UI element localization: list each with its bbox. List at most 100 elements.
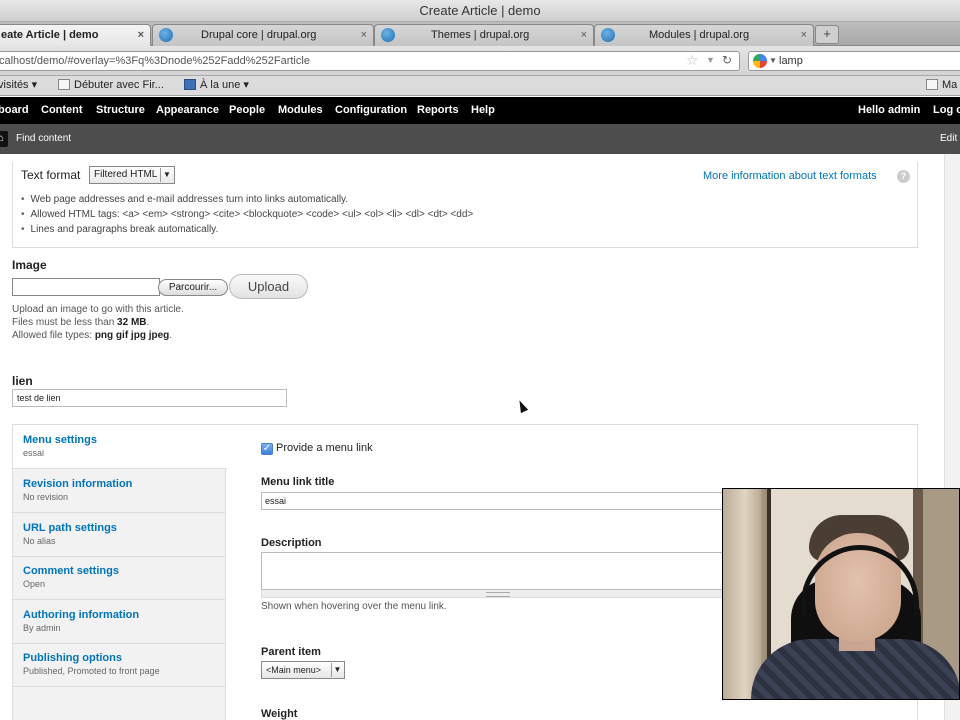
tab-modules[interactable]: Modules | drupal.org × bbox=[594, 24, 814, 46]
close-icon[interactable]: × bbox=[581, 25, 587, 45]
google-icon[interactable] bbox=[753, 54, 767, 68]
vertical-tab-menu-settings[interactable]: Menu settings essai bbox=[13, 425, 227, 469]
drupal-drop-icon bbox=[381, 28, 395, 42]
window-title: Create Article | demo bbox=[0, 0, 960, 22]
description-label: Description bbox=[261, 537, 322, 549]
provide-menu-link-label[interactable]: Provide a menu link bbox=[276, 442, 373, 454]
page-icon bbox=[58, 79, 70, 90]
close-icon[interactable]: × bbox=[361, 25, 367, 45]
search-value: lamp bbox=[779, 55, 803, 67]
vertical-tab-title: Menu settings bbox=[23, 434, 97, 446]
vertical-tab-title: Revision information bbox=[23, 478, 133, 490]
image-help-1: Upload an image to go with this article. bbox=[12, 304, 184, 315]
upload-button[interactable]: Upload bbox=[229, 274, 308, 299]
close-icon[interactable]: × bbox=[138, 25, 144, 45]
bookmark-more[interactable]: Ma bbox=[926, 76, 957, 95]
toolbar-user-greeting[interactable]: Hello admin bbox=[858, 97, 920, 124]
navigation-bar: calhost/demo/#overlay=%3Fq%3Dnode%252Fad… bbox=[0, 46, 960, 76]
toolbar-content[interactable]: Content bbox=[41, 97, 83, 124]
shortcut-edit[interactable]: Edit bbox=[940, 124, 957, 154]
text-format-more-info-link[interactable]: More information about text formats bbox=[703, 170, 877, 182]
vertical-tab-summary: No alias bbox=[23, 536, 56, 546]
tab-drupal-core[interactable]: Drupal core | drupal.org × bbox=[152, 24, 374, 46]
bookmark-getting-started[interactable]: Débuter avec Fir... bbox=[58, 76, 164, 95]
description-help: Shown when hovering over the menu link. bbox=[261, 601, 447, 612]
tab-themes[interactable]: Themes | drupal.org × bbox=[374, 24, 594, 46]
chevron-down-icon: ▼ bbox=[331, 663, 343, 677]
search-input[interactable]: ▼ lamp bbox=[748, 51, 960, 71]
url-history-arrow-icon[interactable]: ▼ bbox=[706, 51, 715, 69]
vertical-tab-summary: Published, Promoted to front page bbox=[23, 666, 160, 676]
admin-toolbar: board Content Structure Appearance Peopl… bbox=[0, 97, 960, 124]
vertical-tab-title: Authoring information bbox=[23, 609, 140, 621]
tab-label: Themes | drupal.org bbox=[431, 29, 530, 41]
bookmark-latest-headlines[interactable]: À la une ▾ bbox=[184, 76, 249, 95]
allowed-file-types: png gif jpg jpeg bbox=[94, 330, 170, 341]
tab-bar: eate Article | demo × Drupal core | drup… bbox=[0, 22, 960, 46]
list-item: Web page addresses and e-mail addresses … bbox=[21, 192, 473, 207]
max-file-size: 32 MB bbox=[117, 317, 147, 328]
drupal-drop-icon bbox=[159, 28, 173, 42]
vertical-tab-title: URL path settings bbox=[23, 522, 117, 534]
lien-input[interactable]: test de lien bbox=[12, 389, 287, 407]
new-tab-button[interactable]: + bbox=[815, 25, 839, 44]
toolbar-structure[interactable]: Structure bbox=[96, 97, 145, 124]
home-icon[interactable]: ⌂ bbox=[0, 131, 8, 147]
parent-item-selected: <Main menu> bbox=[266, 665, 322, 675]
text-format-select[interactable]: Filtered HTML ▼ bbox=[89, 166, 175, 184]
browse-button[interactable]: Parcourir... bbox=[158, 279, 228, 296]
help-icon[interactable]: ? bbox=[897, 170, 910, 183]
vertical-tab-url-path-settings[interactable]: URL path settings No alias bbox=[13, 513, 226, 557]
image-help-3: Allowed file types: png gif jpg jpeg. bbox=[12, 329, 172, 342]
folder-icon bbox=[926, 79, 938, 90]
help-text-suffix: . bbox=[146, 317, 150, 328]
toolbar-logout[interactable]: Log o bbox=[933, 97, 960, 124]
text-format-selected: Filtered HTML bbox=[94, 169, 158, 180]
close-icon[interactable]: × bbox=[801, 25, 807, 45]
weight-label: Weight bbox=[261, 708, 298, 720]
image-file-input[interactable] bbox=[12, 278, 160, 296]
vertical-tab-publishing-options[interactable]: Publishing options Published, Promoted t… bbox=[13, 643, 226, 687]
shortcut-find-content[interactable]: Find content bbox=[16, 124, 71, 154]
bookmark-star-icon[interactable]: ☆ bbox=[686, 51, 699, 69]
menu-link-title-input[interactable]: essai bbox=[261, 492, 731, 510]
bookmark-label: À la une ▾ bbox=[200, 79, 249, 91]
list-item: Lines and paragraphs break automatically… bbox=[21, 222, 473, 237]
drupal-drop-icon bbox=[601, 28, 615, 42]
vertical-tab-revision-information[interactable]: Revision information No revision bbox=[13, 469, 226, 513]
provide-menu-link-checkbox[interactable]: ✓ bbox=[261, 443, 273, 455]
vertical-tab-summary: By admin bbox=[23, 623, 61, 633]
toolbar-help[interactable]: Help bbox=[471, 97, 495, 124]
reload-icon[interactable]: ↻ bbox=[722, 51, 732, 69]
bookmark-most-visited[interactable]: visités ▾ bbox=[0, 76, 37, 95]
vertical-tab-title: Comment settings bbox=[23, 565, 119, 577]
help-text-prefix: Files must be less than bbox=[12, 317, 118, 328]
parent-item-label: Parent item bbox=[261, 646, 321, 658]
toolbar-modules[interactable]: Modules bbox=[278, 97, 323, 124]
toolbar-dashboard[interactable]: board bbox=[0, 97, 29, 124]
text-format-label: Text format bbox=[21, 168, 81, 182]
tab-label: Drupal core | drupal.org bbox=[201, 29, 317, 41]
chevron-down-icon[interactable]: ▼ bbox=[769, 52, 777, 70]
mouse-cursor-icon bbox=[515, 398, 529, 414]
url-input[interactable]: calhost/demo/#overlay=%3Fq%3Dnode%252Fad… bbox=[0, 51, 740, 71]
toolbar-reports[interactable]: Reports bbox=[417, 97, 459, 124]
image-label: Image bbox=[12, 258, 47, 272]
list-item: Allowed HTML tags: <a> <em> <strong> <ci… bbox=[21, 207, 474, 222]
toolbar-people[interactable]: People bbox=[229, 97, 265, 124]
vertical-tab-title: Publishing options bbox=[23, 652, 122, 664]
bookmarks-bar: visités ▾ Débuter avec Fir... À la une ▾… bbox=[0, 76, 960, 96]
menu-link-title-label: Menu link title bbox=[261, 476, 335, 488]
image-help-2: Files must be less than 32 MB. bbox=[12, 316, 149, 329]
vertical-tab-summary: Open bbox=[23, 579, 46, 589]
parent-item-select[interactable]: <Main menu> ▼ bbox=[261, 661, 345, 679]
description-textarea[interactable] bbox=[261, 552, 731, 590]
textarea-resize-handle[interactable] bbox=[261, 590, 731, 598]
shortcut-bar: ⌂ Find content Edit bbox=[0, 124, 960, 154]
vertical-tab-comment-settings[interactable]: Comment settings Open bbox=[13, 556, 226, 600]
chevron-down-icon: ▼ bbox=[160, 168, 173, 182]
toolbar-appearance[interactable]: Appearance bbox=[156, 97, 219, 124]
toolbar-configuration[interactable]: Configuration bbox=[335, 97, 407, 124]
vertical-tab-authoring-information[interactable]: Authoring information By admin bbox=[13, 600, 226, 644]
tab-create-article[interactable]: eate Article | demo × bbox=[0, 24, 151, 46]
